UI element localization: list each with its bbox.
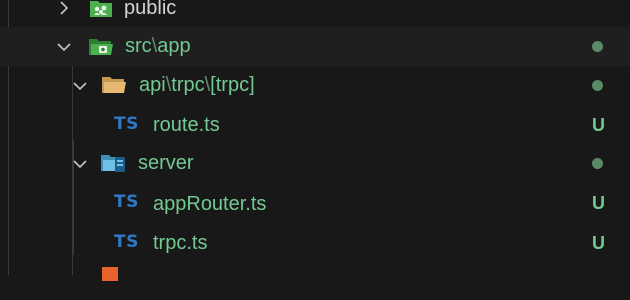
tree-item-label: public	[124, 0, 177, 19]
folder-open-icon	[101, 75, 127, 100]
tree-item-route-ts[interactable]: TS route.ts U	[0, 105, 630, 144]
git-status-badge: U	[592, 233, 605, 253]
path-segment: app	[157, 35, 191, 57]
folder-public-icon	[89, 0, 113, 23]
tree-item-src-app[interactable]: src\app	[0, 27, 630, 66]
file-icon	[100, 267, 120, 286]
file-explorer-tree: public src\app api\trpc\[trpc] TS route.…	[0, 0, 630, 281]
path-segment: src	[125, 35, 152, 57]
tree-item-public[interactable]: public	[0, 0, 630, 27]
modified-dot-indicator	[592, 41, 603, 52]
chevron-down-icon	[72, 156, 88, 172]
typescript-file-icon: TS	[114, 232, 139, 252]
tree-item-trpc-ts[interactable]: TS trpc.ts U	[0, 222, 630, 261]
tree-item-server[interactable]: server	[0, 144, 630, 183]
tree-item-label: trpc.ts	[153, 232, 208, 254]
tree-item-label: appRouter.ts	[153, 193, 267, 215]
modified-dot-indicator	[592, 80, 603, 91]
tree-item-label: src\app	[125, 34, 191, 58]
tree-item-label: api\trpc\[trpc]	[139, 73, 255, 97]
tree-item-partial[interactable]	[0, 261, 630, 300]
git-status-badge: U	[592, 193, 605, 213]
folder-server-icon	[100, 152, 128, 179]
modified-dot-indicator	[592, 158, 603, 169]
chevron-down-icon	[56, 39, 72, 55]
tree-item-label: route.ts	[153, 114, 220, 136]
path-segment: trpc	[171, 74, 205, 96]
path-segment: api	[139, 74, 166, 96]
typescript-file-icon: TS	[114, 114, 139, 134]
chevron-right-icon	[56, 0, 72, 16]
path-segment: [trpc]	[210, 74, 255, 96]
tree-item-api-trpc[interactable]: api\trpc\[trpc]	[0, 66, 630, 105]
tree-item-label: server	[138, 152, 194, 174]
tree-item-approuter-ts[interactable]: TS appRouter.ts U	[0, 183, 630, 222]
git-status-badge: U	[592, 115, 605, 135]
folder-src-open-icon	[88, 35, 114, 62]
typescript-file-icon: TS	[114, 192, 139, 212]
chevron-down-icon	[72, 78, 88, 94]
